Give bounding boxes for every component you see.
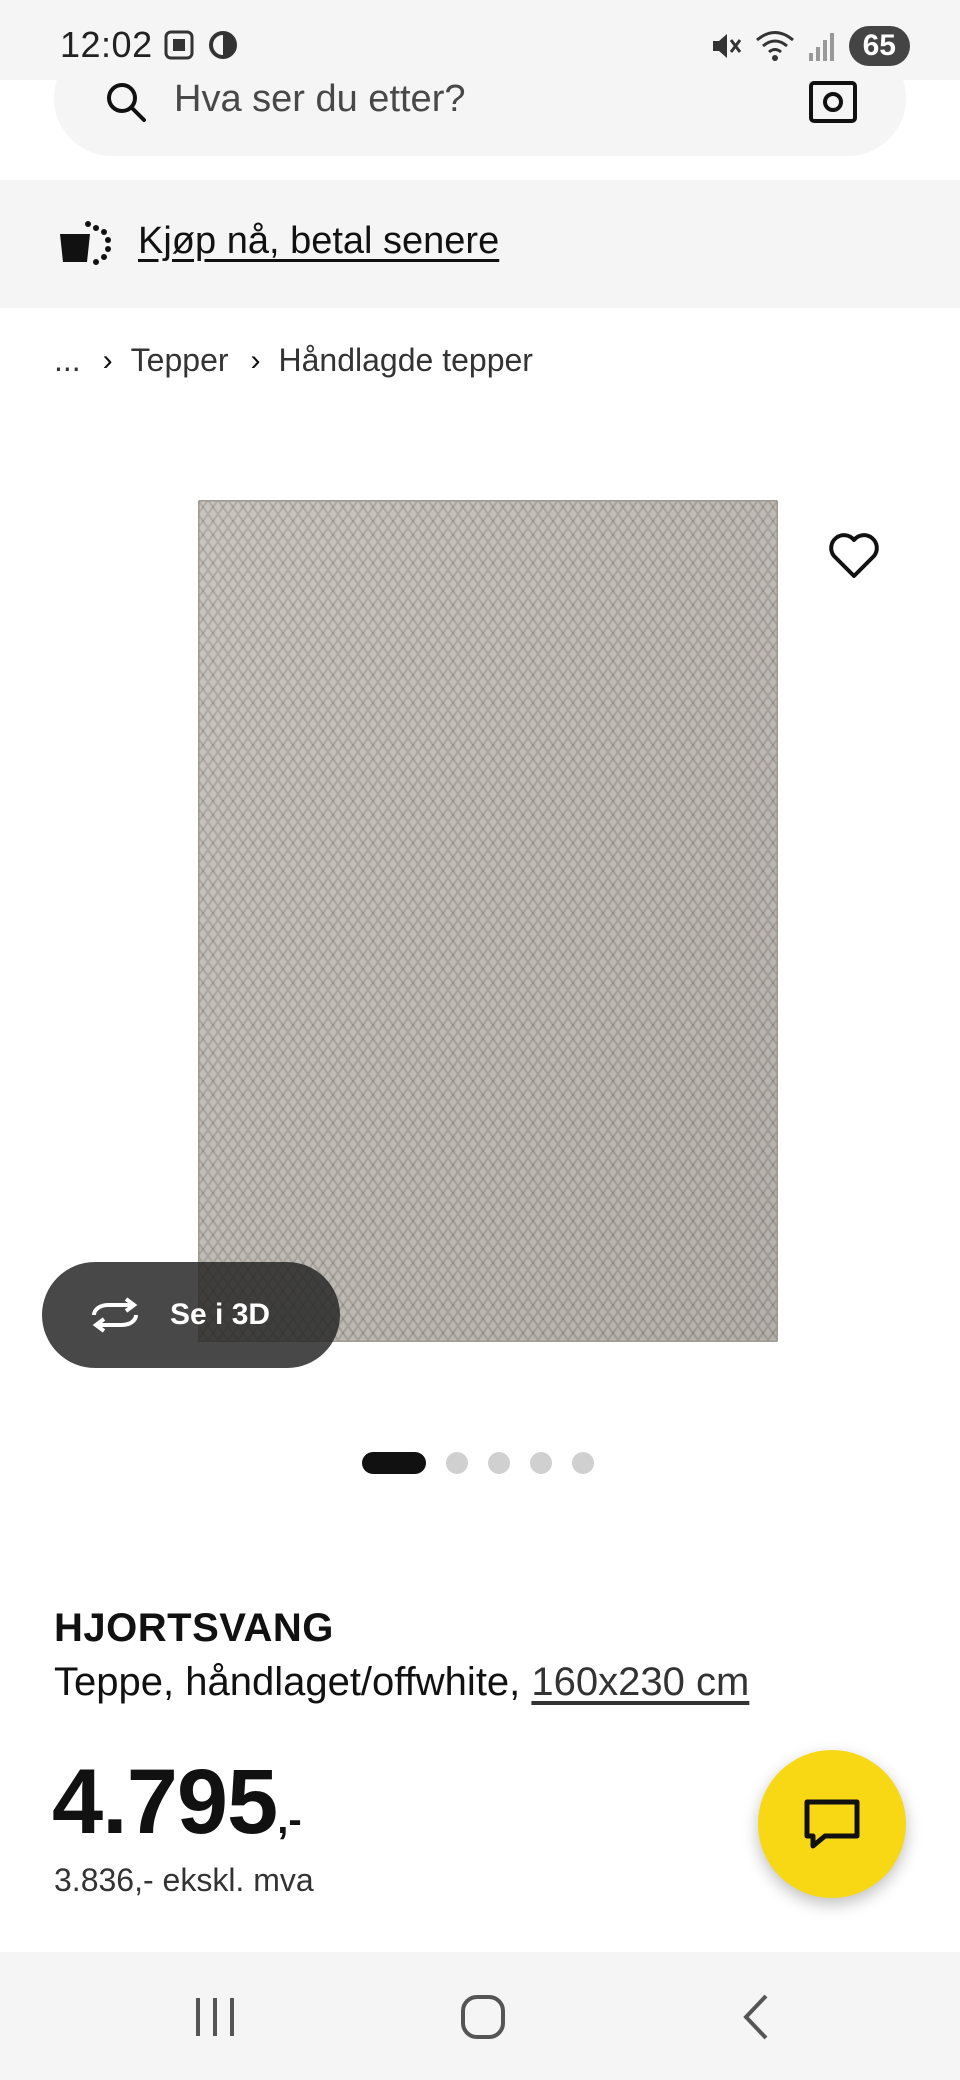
data-saver-icon — [209, 31, 237, 59]
bnpl-link[interactable]: Kjøp nå, betal senere — [138, 220, 499, 263]
chat-button[interactable] — [758, 1750, 906, 1898]
product-name: HJORTSVANG — [54, 1606, 334, 1650]
signal-icon — [808, 33, 834, 61]
search-icon — [107, 83, 146, 122]
view-3d-label: Se i 3D — [170, 1298, 271, 1331]
carousel-dot-2[interactable] — [446, 1452, 468, 1474]
product-price: 4.795 ,- — [52, 1750, 302, 1855]
camera-search-icon[interactable] — [808, 80, 858, 124]
status-time: 12:02 — [60, 24, 153, 65]
product-description: Teppe, håndlaget/offwhite, 160x230 cm — [54, 1660, 749, 1705]
product-size-link[interactable]: 160x230 cm — [531, 1660, 749, 1704]
carousel-dot-1[interactable] — [362, 1452, 426, 1474]
product-image — [198, 500, 778, 1342]
rotate-3d-icon — [92, 1297, 138, 1333]
chat-icon — [804, 1799, 860, 1849]
wifi-icon — [755, 31, 794, 61]
chevron-right-icon: › — [250, 343, 261, 377]
search-area: Hva ser du etter? — [0, 40, 960, 180]
home-icon[interactable] — [458, 1992, 508, 2042]
carousel-dots — [362, 1452, 594, 1474]
mute-icon — [712, 34, 741, 58]
breadcrumb-item-tepper[interactable]: Tepper — [131, 342, 229, 379]
screenshot-icon — [164, 30, 194, 60]
battery-indicator: 65 — [848, 26, 910, 66]
recent-apps-icon[interactable] — [190, 1992, 240, 2042]
status-left-icons — [162, 28, 240, 62]
product-image-carousel[interactable]: Se i 3D — [0, 420, 960, 1400]
carousel-dot-3[interactable] — [488, 1452, 510, 1474]
heart-icon[interactable] — [828, 532, 880, 580]
back-icon[interactable] — [732, 1992, 782, 2042]
view-3d-button[interactable]: Se i 3D — [42, 1262, 340, 1368]
carousel-dot-4[interactable] — [530, 1452, 552, 1474]
search-placeholder: Hva ser du etter? — [174, 78, 466, 120]
breadcrumb-item-handlagde-tepper[interactable]: Håndlagde tepper — [279, 342, 533, 379]
product-description-text: Teppe, håndlaget/offwhite, — [54, 1660, 532, 1704]
system-nav-bar — [0, 1952, 960, 2080]
carousel-dot-5[interactable] — [572, 1452, 594, 1474]
status-right: 65 — [709, 26, 910, 66]
price-suffix: ,- — [277, 1798, 302, 1842]
bnpl-banner[interactable]: Kjøp nå, betal senere — [0, 180, 960, 308]
status-bar: 12:02 65 — [0, 0, 960, 80]
breadcrumb-ellipsis[interactable]: ... — [54, 342, 81, 379]
price-excl-vat: 3.836,- ekskl. mva — [54, 1862, 314, 1898]
chevron-right-icon: › — [102, 343, 113, 377]
price-main: 4.795 — [52, 1751, 278, 1853]
shopping-bag-icon — [60, 221, 111, 265]
breadcrumb: ... › Tepper › Håndlagde tepper — [54, 342, 533, 379]
